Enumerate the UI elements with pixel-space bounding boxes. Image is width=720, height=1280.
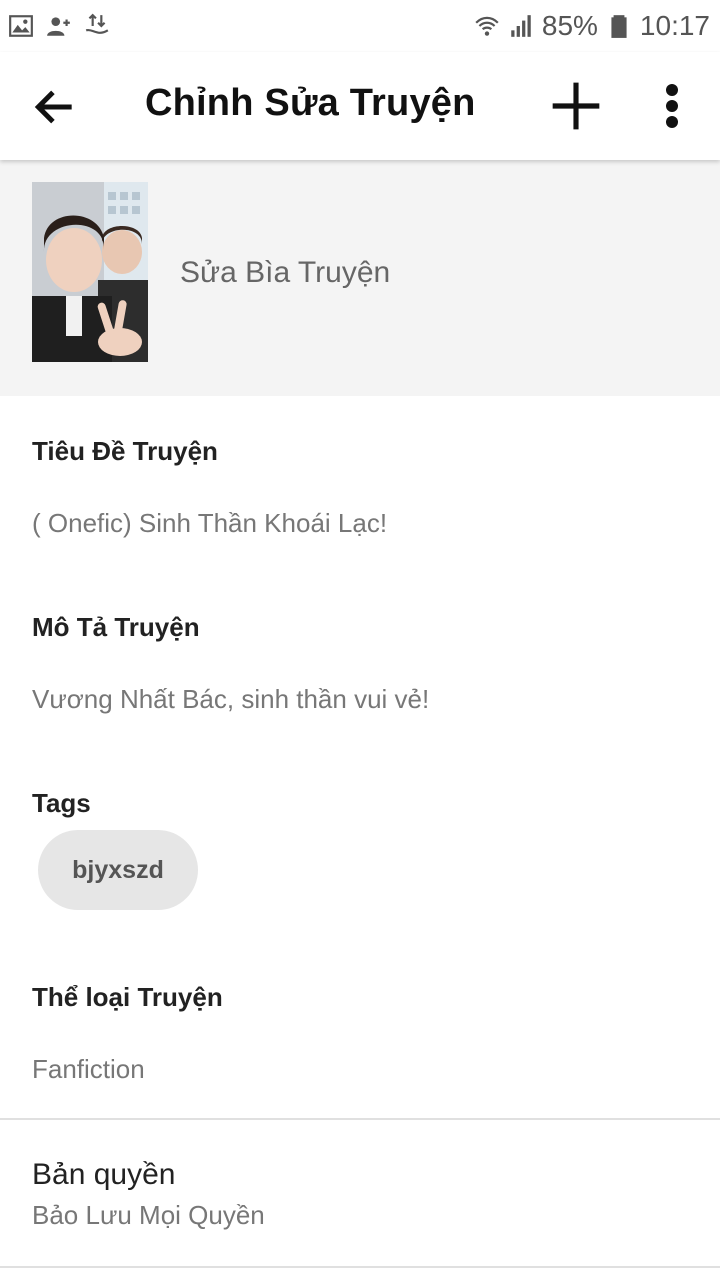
tag-chip[interactable]: bjyxszd xyxy=(38,830,198,910)
divider xyxy=(0,1118,720,1120)
divider-bottom xyxy=(0,1266,720,1268)
copyright-value[interactable]: Bảo Lưu Mọi Quyền xyxy=(32,1200,265,1231)
cover-photo-illustration xyxy=(32,182,148,362)
status-bar: 85% 10:17 xyxy=(0,0,720,52)
story-description-value[interactable]: Vương Nhất Bác, sinh thần vui vẻ! xyxy=(32,684,429,715)
edit-cover-row[interactable]: Sửa Bìa Truyện xyxy=(0,160,720,396)
signal-icon xyxy=(511,15,531,37)
tags-label: Tags xyxy=(32,788,91,818)
plus-icon[interactable] xyxy=(548,78,604,134)
story-title-label: Tiêu Đề Truyện xyxy=(32,436,218,466)
status-left xyxy=(0,13,110,39)
battery-percent: 85% xyxy=(541,10,598,41)
cover-image[interactable] xyxy=(32,182,148,362)
transfer-icon xyxy=(85,13,109,34)
genre-label: Thể loại Truyện xyxy=(32,982,223,1012)
wifi-icon xyxy=(475,16,499,36)
genre-value[interactable]: Fanfiction xyxy=(32,1054,145,1085)
add-contact-icon xyxy=(47,17,70,36)
edit-cover-label: Sửa Bìa Truyện xyxy=(180,256,391,289)
more-vert-icon[interactable] xyxy=(652,78,692,134)
story-description-label: Mô Tả Truyện xyxy=(32,612,200,642)
clock: 10:17 xyxy=(639,10,710,41)
copyright-label[interactable]: Bản quyền xyxy=(32,1158,175,1192)
app-bar: Chỉnh Sửa Truyện xyxy=(0,52,720,160)
status-right: 85% 10:17 xyxy=(474,10,720,42)
battery-icon xyxy=(611,15,627,38)
page-title: Chỉnh Sửa Truyện xyxy=(145,82,476,124)
story-title-value[interactable]: ( Onefic) Sinh Thần Khoái Lạc! xyxy=(32,508,387,539)
back-arrow-icon[interactable] xyxy=(30,82,80,132)
image-icon xyxy=(9,15,33,37)
